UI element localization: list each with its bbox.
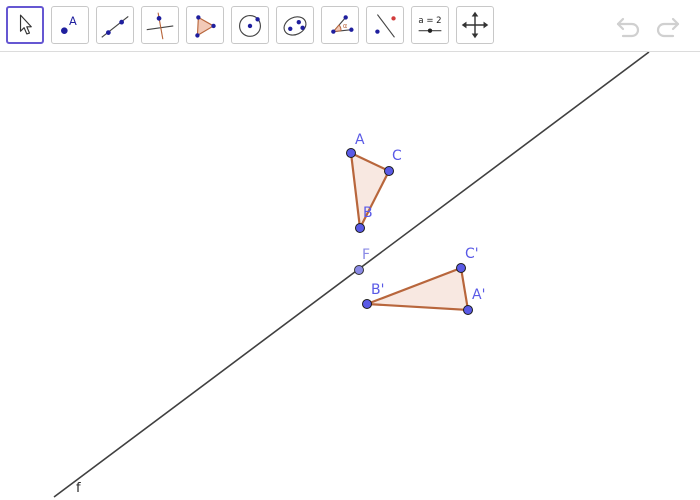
undo-icon xyxy=(616,17,640,38)
slider-tool-button[interactable]: a = 2 xyxy=(411,6,449,44)
graphics-canvas[interactable]: f A C B F C' B' A' xyxy=(0,52,700,500)
circle-tool-button[interactable] xyxy=(231,6,269,44)
redo-icon xyxy=(656,17,680,38)
svg-text:α: α xyxy=(343,22,348,30)
angle-icon: α xyxy=(331,15,354,34)
toolbar: A α a = 2 xyxy=(0,0,700,52)
point-b-prime-label: B' xyxy=(371,282,384,298)
line-f-label: f xyxy=(76,481,81,496)
point-b-label: B xyxy=(363,205,373,221)
perpendicular-line-icon xyxy=(146,12,174,40)
point-b-prime[interactable] xyxy=(362,299,372,309)
undo-button[interactable] xyxy=(613,10,645,42)
circle-center-point-icon xyxy=(239,14,261,37)
line-tool-button[interactable] xyxy=(96,6,134,44)
slider-icon: a = 2 xyxy=(418,16,442,33)
polygon-tool-button[interactable] xyxy=(186,6,224,44)
point-tool-label: A xyxy=(69,14,77,28)
point-c[interactable] xyxy=(384,166,394,176)
polygon-icon xyxy=(195,15,216,38)
point-tool-button[interactable]: A xyxy=(51,6,89,44)
redo-button[interactable] xyxy=(651,10,683,42)
point-a-label: A xyxy=(355,132,365,148)
point-f[interactable] xyxy=(354,265,364,275)
slider-tool-label: a = 2 xyxy=(418,16,441,26)
point-c-prime-label: C' xyxy=(465,246,479,262)
move-arrows-icon xyxy=(461,11,489,39)
point-f-label: F xyxy=(362,247,370,263)
graphics-view[interactable]: f A C B F C' B' A' xyxy=(0,52,700,500)
point-icon: A xyxy=(61,14,77,34)
line-through-points-icon xyxy=(101,16,129,38)
reflect-tool-button[interactable] xyxy=(366,6,404,44)
point-c-prime[interactable] xyxy=(456,263,466,273)
move-tool-button[interactable] xyxy=(6,6,44,44)
ellipse-tool-button[interactable] xyxy=(276,6,314,44)
point-a-prime-label: A' xyxy=(472,287,485,303)
angle-tool-button[interactable]: α xyxy=(321,6,359,44)
reflect-about-line-icon xyxy=(375,14,396,38)
ellipse-icon xyxy=(283,16,307,36)
point-b[interactable] xyxy=(355,223,365,233)
perpendicular-line-tool-button[interactable] xyxy=(141,6,179,44)
move-graphics-view-tool-button[interactable] xyxy=(456,6,494,44)
line-f[interactable] xyxy=(53,52,650,498)
cursor-arrow-icon xyxy=(19,14,32,35)
point-a-prime[interactable] xyxy=(463,305,473,315)
point-c-label: C xyxy=(392,148,402,164)
point-a[interactable] xyxy=(346,148,356,158)
